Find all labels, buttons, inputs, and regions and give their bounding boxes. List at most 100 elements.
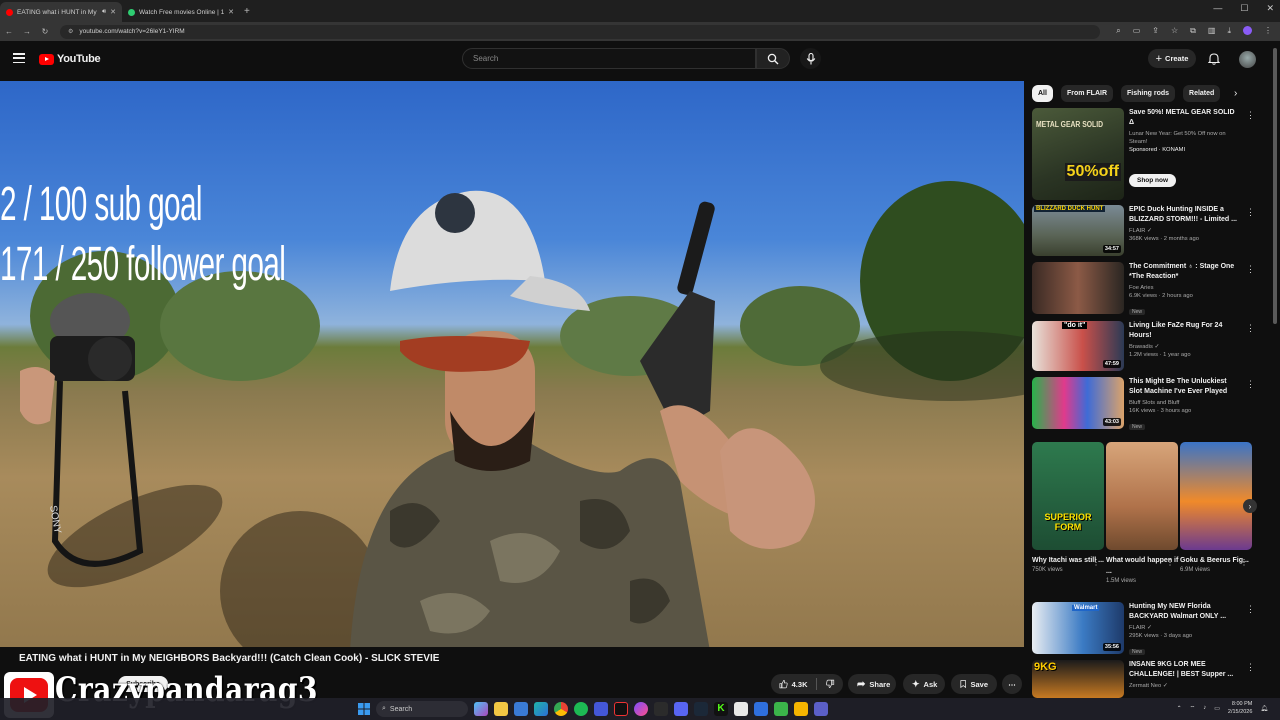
short-thumbnail[interactable]: SUPERIOR FORM xyxy=(1032,442,1104,550)
app-icon[interactable] xyxy=(754,702,768,716)
video-card-title[interactable]: This Might Be The Unluckiest Slot Machin… xyxy=(1129,377,1241,397)
video-player[interactable]: SONY 2 / 100 sub goal 171 / 250 follower… xyxy=(0,81,1024,647)
video-card-channel[interactable]: Foe Aries xyxy=(1129,284,1241,292)
app-icon[interactable] xyxy=(654,702,668,716)
minimize-icon[interactable]: — xyxy=(1213,3,1222,14)
voice-search-button[interactable] xyxy=(800,48,821,69)
more-options-icon[interactable]: ⋮ xyxy=(1246,207,1255,218)
ad-title[interactable]: Save 50%! METAL GEAR SOLID Δ xyxy=(1129,108,1241,128)
kick-icon[interactable]: K xyxy=(714,702,728,716)
tab-movies[interactable]: Watch Free movies Online | 12 ✕ xyxy=(122,2,240,22)
chip-from-flair[interactable]: From FLAIR xyxy=(1060,85,1114,102)
more-options-icon[interactable]: ⋮ xyxy=(1240,558,1248,567)
more-options-icon[interactable]: ⋮ xyxy=(1246,323,1255,334)
short-thumbnail[interactable] xyxy=(1106,442,1178,550)
taskbar-clock[interactable]: 8:00 PM 2/15/2026 xyxy=(1228,700,1252,716)
bookmark-star-icon[interactable]: ☆ xyxy=(1171,26,1178,36)
related-video-card[interactable]: "do it" 47:59 Living Like FaZe Rug For 2… xyxy=(1032,321,1272,373)
spotify-icon[interactable] xyxy=(574,702,588,716)
video-thumbnail[interactable] xyxy=(1032,262,1124,314)
video-card-title[interactable]: EPIC Duck Hunting INSIDE a BLIZZARD STOR… xyxy=(1129,205,1241,225)
edge-icon[interactable] xyxy=(534,702,548,716)
forward-icon[interactable]: → xyxy=(18,27,36,36)
zoom-icon[interactable]: ⌕ xyxy=(1116,26,1120,36)
file-explorer-icon[interactable] xyxy=(494,702,508,716)
like-count[interactable]: 4.3K xyxy=(792,680,808,689)
video-card-channel[interactable]: Bluff Slots and Bluff xyxy=(1129,399,1241,407)
reload-icon[interactable]: ↻ xyxy=(36,27,54,36)
tiktok-icon[interactable] xyxy=(614,702,628,716)
close-tab-icon[interactable]: ✕ xyxy=(110,8,116,16)
video-card-title[interactable]: The Commitment ♁ : Stage One *The Reacti… xyxy=(1129,262,1241,282)
save-button[interactable]: Save xyxy=(951,674,997,694)
more-options-icon[interactable]: ⋮ xyxy=(1246,264,1255,275)
video-card-channel[interactable]: Zermatt Neo ✓ xyxy=(1129,682,1241,690)
taskbar-search[interactable]: ⌕ Search xyxy=(376,701,468,717)
teams-icon[interactable] xyxy=(814,702,828,716)
app-icon[interactable] xyxy=(594,702,608,716)
chip-related[interactable]: Related xyxy=(1183,85,1221,102)
create-button[interactable]: + Create xyxy=(1148,49,1196,68)
account-avatar[interactable] xyxy=(1239,51,1256,68)
related-video-card[interactable]: Walmart 35:56 Hunting My NEW Florida BAC… xyxy=(1032,602,1272,658)
video-thumbnail[interactable]: 9KG xyxy=(1032,660,1124,698)
more-options-icon[interactable]: ⋮ xyxy=(1246,110,1255,121)
related-video-card[interactable]: 43:03 This Might Be The Unluckiest Slot … xyxy=(1032,377,1272,430)
windows-start-icon[interactable] xyxy=(358,703,370,715)
ad-thumbnail[interactable]: METAL GEAR SOLID 50%off xyxy=(1032,108,1124,200)
new-tab-icon[interactable]: + xyxy=(244,6,250,17)
back-icon[interactable]: ← xyxy=(0,27,18,36)
notification-icon[interactable]: 🔔︎ xyxy=(1260,705,1268,712)
related-video-card[interactable]: 9KG INSANE 9KG LOR MEE CHALLENGE! | BEST… xyxy=(1032,660,1272,698)
chips-next-icon[interactable]: › xyxy=(1234,88,1237,99)
shorts-next-icon[interactable]: › xyxy=(1243,499,1257,513)
tray-overflow-icon[interactable]: ⌃ xyxy=(1177,705,1182,712)
short-thumbnail[interactable] xyxy=(1180,442,1252,550)
battery-icon[interactable]: ▭ xyxy=(1214,705,1220,712)
shop-now-button[interactable]: Shop now xyxy=(1129,174,1177,187)
page-scrollbar[interactable] xyxy=(1273,48,1277,324)
more-options-icon[interactable]: ⋮ xyxy=(1246,662,1255,673)
sponsored-card[interactable]: METAL GEAR SOLID 50%off Save 50%! METAL … xyxy=(1032,108,1272,203)
browser-profile-icon[interactable] xyxy=(1243,26,1252,35)
more-options-icon[interactable]: ⋮ xyxy=(1092,558,1100,567)
store-icon[interactable] xyxy=(514,702,528,716)
dislike-icon[interactable] xyxy=(826,679,835,689)
more-options-icon[interactable]: ⋮ xyxy=(1246,604,1255,615)
share-page-icon[interactable]: ⇪ xyxy=(1152,26,1159,36)
ask-button[interactable]: ✦ Ask xyxy=(903,674,945,694)
chip-fishing-rods[interactable]: Fishing rods xyxy=(1121,85,1176,102)
youtube-logo[interactable]: YouTube xyxy=(39,53,101,65)
more-actions-button[interactable]: ⋯ xyxy=(1002,674,1022,694)
like-icon[interactable] xyxy=(779,679,788,689)
more-options-icon[interactable]: ⋮ xyxy=(1166,558,1174,567)
short-card[interactable]: Goku & Beerus Fig... 6.9M views ⋮ xyxy=(1180,442,1253,573)
notifications-bell-icon[interactable] xyxy=(1208,52,1220,65)
related-video-card[interactable]: The Commitment ♁ : Stage One *The Reacti… xyxy=(1032,262,1272,318)
close-window-icon[interactable]: ✕ xyxy=(1266,3,1274,14)
more-options-icon[interactable]: ⋮ xyxy=(1246,379,1255,390)
steam-icon[interactable] xyxy=(694,702,708,716)
short-card[interactable]: SUPERIOR FORM Why Itachi was still ... 7… xyxy=(1032,442,1105,573)
video-card-title[interactable]: INSANE 9KG LOR MEE CHALLENGE! | BEST Sup… xyxy=(1129,660,1241,680)
tab-youtube[interactable]: EATING what i HUNT in My 🔊︎ ✕ xyxy=(0,2,122,22)
discord-icon[interactable] xyxy=(674,702,688,716)
related-video-card[interactable]: BLIZZARD DUCK HUNT 34:57 EPIC Duck Hunti… xyxy=(1032,205,1272,259)
speaker-icon[interactable]: 🔊︎ xyxy=(102,8,106,16)
search-button[interactable] xyxy=(756,48,790,69)
video-thumbnail[interactable]: Walmart 35:56 xyxy=(1032,602,1124,654)
close-tab-icon[interactable]: ✕ xyxy=(228,8,234,16)
maximize-icon[interactable]: ☐ xyxy=(1240,3,1248,14)
extensions-icon[interactable]: ⧉ xyxy=(1190,26,1196,36)
chip-all[interactable]: All xyxy=(1032,85,1053,102)
copilot-icon[interactable] xyxy=(474,702,488,716)
search-input[interactable]: Search xyxy=(462,48,756,69)
url-field[interactable]: ⚙ youtube.com/watch?v=26leY1-YIRM xyxy=(60,24,1100,39)
video-card-title[interactable]: Living Like FaZe Rug For 24 Hours! xyxy=(1129,321,1241,341)
video-card-channel[interactable]: FLAIR ✓ xyxy=(1129,227,1241,235)
menu-icon[interactable] xyxy=(13,53,25,63)
app-icon[interactable] xyxy=(774,702,788,716)
short-card[interactable]: What would happen if ... 1.5M views ⋮ xyxy=(1106,442,1179,584)
browser-menu-icon[interactable]: ⋮ xyxy=(1264,26,1272,36)
messenger-icon[interactable] xyxy=(634,702,648,716)
